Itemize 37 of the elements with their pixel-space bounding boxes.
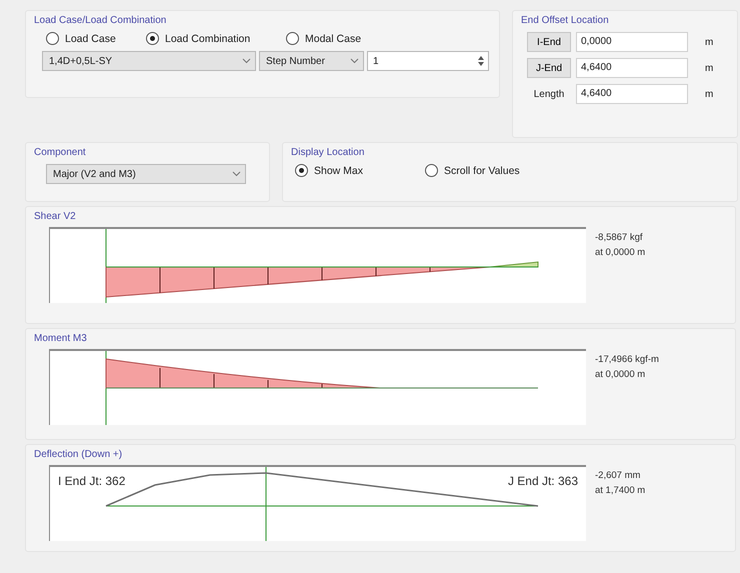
group-title: Component (34, 147, 86, 158)
group-title: Display Location (291, 147, 364, 158)
max-value: -2,607 mm (595, 470, 642, 481)
unit-label: m (705, 62, 714, 74)
field-label: Length (532, 88, 566, 100)
max-location: at 0,0000 m (595, 369, 646, 380)
chevron-down-icon (350, 58, 359, 64)
end-button[interactable]: J-End (527, 58, 571, 78)
end-joint-label: I End Jt: 362 (58, 474, 126, 488)
end-button[interactable]: I-End (527, 32, 571, 52)
max-location: at 1,7400 m (595, 485, 646, 496)
radio-option[interactable]: Show Max (295, 164, 425, 177)
radio-option[interactable]: Load Combination (146, 32, 286, 45)
section-title: Shear V2 (34, 211, 76, 222)
section-title: Moment M3 (34, 333, 87, 344)
offset-field[interactable]: 0,0000 (576, 32, 688, 52)
chevron-down-icon (232, 171, 241, 177)
radio-option[interactable]: Scroll for Values (425, 164, 575, 177)
group-title: End Offset Location (521, 15, 609, 26)
max-value: -8,5867 kgf (595, 232, 644, 243)
step-type-dropdown[interactable]: Step Number (259, 51, 364, 71)
combination-dropdown[interactable]: 1,4D+0,5L-SY (42, 51, 256, 71)
max-value: -17,4966 kgf-m (595, 354, 659, 365)
radio-option[interactable]: Load Case (46, 32, 146, 45)
component-dropdown[interactable]: Major (V2 and M3) (46, 164, 246, 184)
step-spinner[interactable]: 1 (367, 51, 489, 71)
offset-field[interactable]: 4,6400 (576, 58, 688, 78)
radio-option[interactable]: Modal Case (286, 32, 406, 45)
unit-label: m (705, 36, 714, 48)
offset-field[interactable]: 4,6400 (576, 84, 688, 104)
chevron-down-icon (242, 58, 251, 64)
group-title: Load Case/Load Combination (34, 15, 166, 26)
section-title: Deflection (Down +) (34, 449, 122, 460)
end-joint-label: J End Jt: 363 (508, 474, 578, 488)
unit-label: m (705, 88, 714, 100)
spinner-arrows-icon (477, 55, 485, 67)
max-location: at 0,0000 m (595, 247, 646, 258)
